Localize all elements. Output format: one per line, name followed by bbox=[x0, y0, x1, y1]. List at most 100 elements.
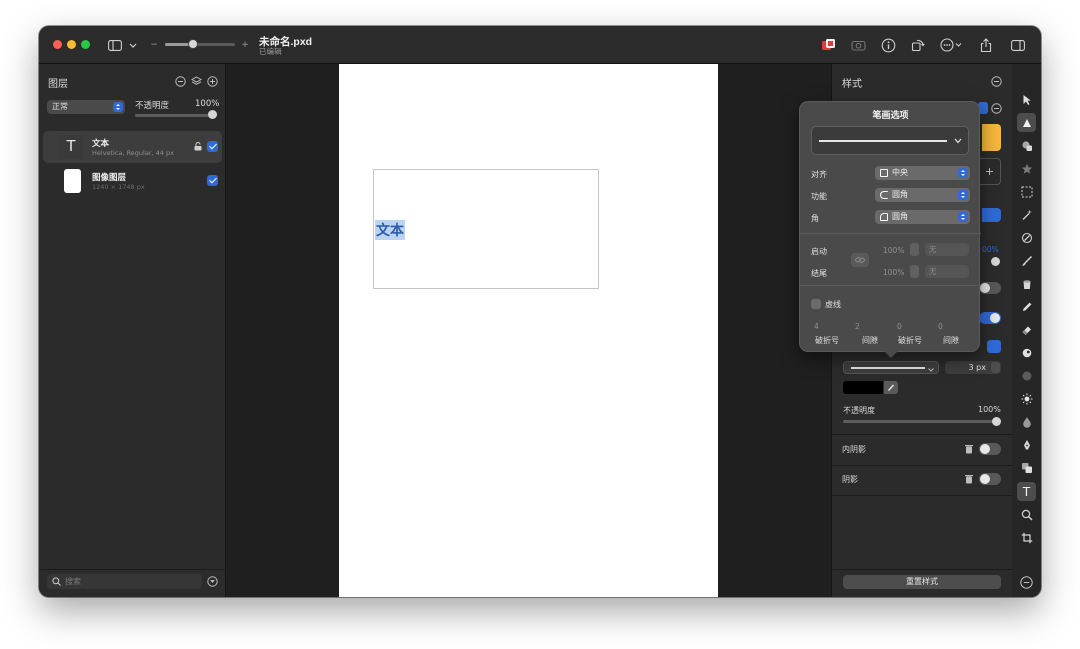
layer-row-text[interactable]: T 文本 Helvetica, Regular, 44 px bbox=[43, 131, 222, 163]
selection-icon[interactable] bbox=[1017, 182, 1036, 201]
text-icon[interactable]: T bbox=[1017, 482, 1036, 501]
clone-icon[interactable] bbox=[1017, 343, 1036, 362]
divider bbox=[832, 569, 1013, 570]
zoom-in-button[interactable]: + bbox=[241, 36, 249, 54]
layers-panel: 图层 正常 不透明度 100% T 文本 Helvetica, Regular,… bbox=[39, 64, 226, 597]
blend-mode-select[interactable]: 正常 bbox=[47, 100, 125, 114]
canvas-area[interactable]: 文本 bbox=[227, 64, 831, 597]
gap-value-2[interactable]: 0 bbox=[938, 322, 943, 331]
fill-color-swatch[interactable] bbox=[982, 124, 1001, 151]
color-picker-icon[interactable] bbox=[819, 36, 837, 54]
partial-slider-knob[interactable] bbox=[991, 257, 1000, 266]
retouch-icon[interactable] bbox=[1017, 228, 1036, 247]
select-arrows-icon[interactable] bbox=[987, 340, 1001, 353]
layer-opacity-slider[interactable] bbox=[135, 114, 217, 117]
unlock-icon[interactable] bbox=[194, 142, 202, 154]
remove-layer-icon[interactable] bbox=[175, 76, 186, 90]
zoom-slider-knob[interactable] bbox=[188, 39, 198, 49]
shapes-icon[interactable] bbox=[1017, 136, 1036, 155]
close-window-button[interactable] bbox=[53, 40, 62, 49]
pen-icon[interactable] bbox=[1017, 435, 1036, 454]
canvas-text[interactable]: 文本 bbox=[375, 220, 405, 240]
dashed-checkbox[interactable] bbox=[811, 299, 821, 309]
layer-opacity-knob[interactable] bbox=[208, 110, 217, 119]
reset-style-button[interactable]: 重置样式 bbox=[843, 575, 1001, 589]
layer-row-image[interactable]: 图像图层 1240 × 1748 px bbox=[43, 165, 222, 197]
link-icon[interactable] bbox=[851, 253, 869, 267]
partial-opacity-value: 00% bbox=[982, 245, 999, 254]
canvas-page[interactable]: 文本 bbox=[339, 64, 718, 597]
corner-select[interactable]: 圆角 bbox=[875, 210, 970, 224]
zoom-icon[interactable] bbox=[1017, 505, 1036, 524]
select-arrows-icon bbox=[958, 168, 968, 178]
rotate-icon[interactable] bbox=[909, 36, 927, 54]
stroke-toggle[interactable] bbox=[979, 312, 1001, 324]
sharpen-icon[interactable] bbox=[1017, 412, 1036, 431]
style-icon[interactable] bbox=[1017, 113, 1036, 132]
chevron-down-icon[interactable] bbox=[128, 36, 138, 54]
maximize-window-button[interactable] bbox=[81, 40, 90, 49]
combine-icon[interactable] bbox=[1017, 458, 1036, 477]
blur-icon[interactable] bbox=[1017, 366, 1036, 385]
info-icon[interactable] bbox=[879, 36, 897, 54]
gap-value-1[interactable]: 2 bbox=[855, 322, 860, 331]
stepper-icon[interactable] bbox=[991, 362, 1000, 373]
crop-icon[interactable] bbox=[1017, 528, 1036, 547]
stroke-line-select[interactable] bbox=[811, 126, 969, 155]
end-arrow-select[interactable]: 无 bbox=[925, 265, 969, 278]
paint-bucket-icon[interactable] bbox=[1017, 274, 1036, 293]
stroke-line-preview bbox=[851, 367, 925, 369]
stroke-style-select[interactable] bbox=[843, 361, 939, 374]
stroke-opacity-knob[interactable] bbox=[992, 417, 1001, 426]
share-icon[interactable] bbox=[978, 36, 994, 54]
layer-stack-icon[interactable] bbox=[190, 76, 203, 90]
stepper-icon[interactable] bbox=[910, 243, 919, 256]
arrange-icon[interactable] bbox=[1017, 90, 1036, 109]
dash-value-1[interactable]: 4 bbox=[814, 322, 819, 331]
zoom-out-button[interactable]: − bbox=[150, 36, 158, 54]
sidebar-toggle-icon[interactable] bbox=[107, 36, 123, 54]
stroke-color-swatch[interactable] bbox=[843, 381, 883, 394]
more-options-icon[interactable] bbox=[939, 36, 965, 54]
cap-select[interactable]: 圆角 bbox=[875, 188, 970, 202]
eyedropper-icon[interactable] bbox=[884, 381, 898, 394]
style-toggle[interactable] bbox=[979, 282, 1001, 294]
more-icon[interactable] bbox=[1017, 573, 1036, 592]
stepper-icon[interactable] bbox=[910, 265, 919, 278]
inspector-toggle-icon[interactable] bbox=[1009, 36, 1027, 54]
divider bbox=[832, 434, 1013, 435]
document-status: 已编辑 bbox=[259, 47, 282, 56]
remove-fill-icon[interactable] bbox=[991, 103, 1002, 117]
accent-swatch[interactable] bbox=[982, 208, 1001, 222]
trash-icon[interactable] bbox=[965, 444, 973, 457]
align-select[interactable]: 中央 bbox=[875, 166, 970, 180]
minimize-window-button[interactable] bbox=[67, 40, 76, 49]
eraser-icon[interactable] bbox=[1017, 320, 1036, 339]
layer-visibility-checkbox[interactable] bbox=[207, 141, 218, 152]
inner-shadow-toggle[interactable] bbox=[979, 443, 1001, 455]
align-label: 对齐 bbox=[811, 170, 827, 179]
filter-icon[interactable] bbox=[207, 576, 218, 590]
dash-value-2[interactable]: 0 bbox=[897, 322, 902, 331]
layer-search-input[interactable]: 搜索 bbox=[47, 574, 202, 589]
light-icon[interactable] bbox=[1017, 389, 1036, 408]
add-layer-icon[interactable] bbox=[207, 76, 218, 90]
stroke-opacity-slider[interactable] bbox=[843, 420, 1001, 423]
start-arrow-select[interactable]: 无 bbox=[925, 243, 969, 256]
layer-name: 图像图层 bbox=[92, 173, 127, 183]
corner-label: 角 bbox=[811, 214, 819, 223]
pencil-icon[interactable] bbox=[1017, 297, 1036, 316]
brush-icon[interactable] bbox=[1017, 251, 1036, 270]
star-icon[interactable] bbox=[1017, 159, 1036, 178]
stroke-options-popover: 笔画选项 对齐 中央 功能 圆角 角 圆角 启动 结尾 100% 无 100% … bbox=[799, 101, 981, 358]
shadow-toggle[interactable] bbox=[979, 473, 1001, 485]
trash-icon[interactable] bbox=[965, 474, 973, 487]
layer-visibility-checkbox[interactable] bbox=[207, 175, 218, 186]
zoom-slider[interactable] bbox=[165, 43, 235, 46]
camera-icon[interactable] bbox=[849, 36, 867, 54]
magic-wand-icon[interactable] bbox=[1017, 205, 1036, 224]
gap-label-1: 间隙 bbox=[862, 336, 878, 345]
add-fill-icon[interactable]: + bbox=[978, 158, 1001, 185]
remove-style-icon[interactable] bbox=[991, 76, 1002, 90]
text-layer-bounding-box[interactable]: 文本 bbox=[373, 169, 599, 289]
